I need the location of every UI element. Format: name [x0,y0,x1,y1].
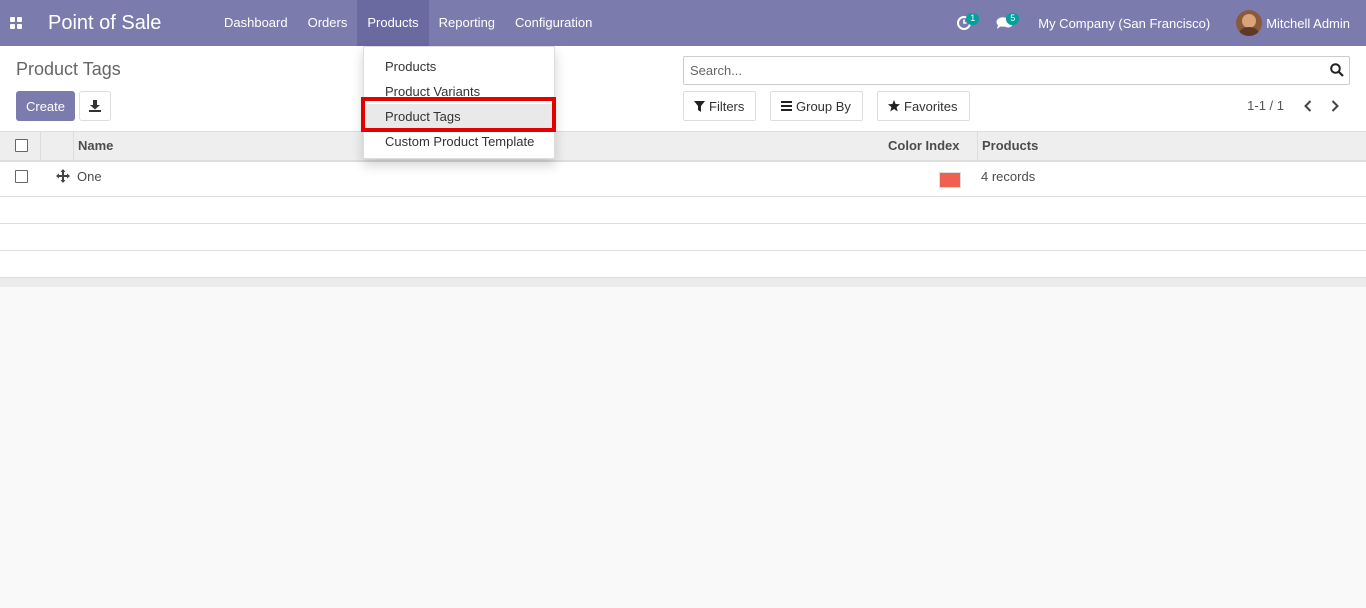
star-icon [888,100,900,112]
dropdown-item-products[interactable]: Products [364,54,554,79]
chevron-left-icon [1304,100,1312,112]
user-menu[interactable]: Mitchell Admin [1236,10,1350,36]
messages-chat-icon[interactable]: 5 [984,0,1024,46]
favorites-button[interactable]: Favorites [877,91,970,121]
search-box [683,56,1350,85]
pager-previous-button[interactable] [1301,98,1315,114]
user-name: Mitchell Admin [1266,15,1350,31]
filters-label: Filters [709,98,745,114]
menu-orders[interactable]: Orders [298,0,358,46]
menu-configuration[interactable]: Configuration [505,0,602,46]
drag-handle-icon[interactable] [56,169,70,186]
company-switcher[interactable]: My Company (San Francisco) [1038,16,1210,31]
page-title: Product Tags [16,59,121,79]
download-icon [89,100,101,112]
filter-icon [694,100,705,112]
avatar [1236,10,1263,36]
table-row-empty [0,197,1366,224]
color-index-swatch [939,172,961,188]
table-header: Name Color Index Products [0,132,1366,162]
activity-badge: 1 [966,13,980,25]
download-button[interactable] [79,91,111,121]
pager-next-button[interactable] [1328,98,1342,114]
menu-dashboard[interactable]: Dashboard [214,0,298,46]
messages-badge: 5 [1006,13,1020,25]
dropdown-item-custom-product-template[interactable]: Custom Product Template [364,129,554,154]
filters-button[interactable]: Filters [683,91,756,121]
menu-reporting[interactable]: Reporting [429,0,505,46]
select-all-checkbox[interactable] [15,139,28,152]
table-footer-bar [0,278,1366,287]
app-brand[interactable]: Point of Sale [48,12,214,35]
control-panel: Product Tags Create Filters Group By Fav… [0,46,1366,132]
menu-products[interactable]: Products [357,0,429,46]
chevron-right-icon [1331,100,1339,112]
group-by-button[interactable]: Group By [770,91,863,121]
navbar-systray: 1 5 My Company (San Francisco) Mitchell … [944,0,1366,46]
column-header-color-index[interactable]: Color Index [888,132,960,160]
main-menu: Dashboard Orders Products Reporting Conf… [214,0,602,46]
top-navbar: Point of Sale Dashboard Orders Products … [0,0,1366,46]
group-by-label: Group By [796,98,851,114]
pager-value[interactable]: 1-1 / 1 [1247,98,1284,113]
row-name: One [77,169,102,184]
column-header-products[interactable]: Products [982,132,1038,160]
row-checkbox[interactable] [15,170,28,183]
annotation-highlight-box [361,97,556,132]
create-button[interactable]: Create [16,91,75,121]
activity-clock-icon[interactable]: 1 [944,0,984,46]
apps-menu-icon[interactable] [0,0,32,46]
favorites-label: Favorites [904,98,958,114]
list-view-table: Name Color Index Products One 4 records [0,132,1366,278]
column-header-name[interactable]: Name [78,132,113,160]
table-row-empty [0,224,1366,251]
search-input[interactable] [684,57,1314,84]
row-products: 4 records [981,169,1036,184]
list-icon [781,101,792,111]
table-row[interactable]: One 4 records [0,162,1366,197]
table-row-empty [0,251,1366,278]
search-icon[interactable] [1330,63,1344,80]
